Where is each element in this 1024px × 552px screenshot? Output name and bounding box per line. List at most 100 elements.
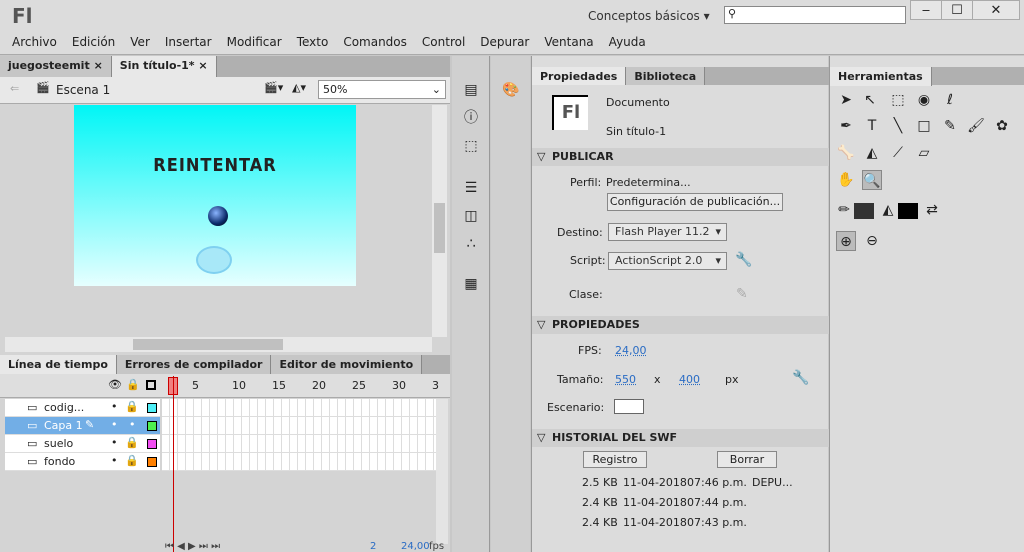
tab-timeline[interactable]: Línea de tiempo bbox=[0, 355, 117, 374]
clear-button[interactable]: Borrar bbox=[717, 451, 777, 468]
tab-library[interactable]: Biblioteca bbox=[626, 67, 706, 85]
layer-color-swatch[interactable] bbox=[147, 421, 157, 431]
hand-tool-icon[interactable]: ✋ bbox=[836, 170, 856, 190]
menu-modificar[interactable]: Modificar bbox=[227, 31, 282, 54]
frame-row[interactable] bbox=[162, 453, 436, 471]
3d-rotation-tool-icon[interactable]: ◉ bbox=[914, 90, 934, 110]
close-icon[interactable]: × bbox=[198, 59, 207, 72]
ball-sprite[interactable] bbox=[208, 206, 228, 226]
pencil-tool-icon[interactable]: ✎ bbox=[940, 116, 960, 136]
stage-area[interactable]: REINTENTAR bbox=[5, 105, 432, 337]
timeline-scrollbar[interactable] bbox=[436, 399, 448, 544]
log-button[interactable]: Registro bbox=[583, 451, 647, 468]
bone-tool-icon[interactable]: 🦴 bbox=[836, 143, 856, 163]
stage-horizontal-scrollbar[interactable] bbox=[5, 337, 432, 352]
stage[interactable]: REINTENTAR bbox=[74, 105, 356, 286]
close-button[interactable]: ✕ bbox=[972, 0, 1020, 20]
frame-row[interactable] bbox=[162, 417, 436, 435]
close-icon[interactable]: × bbox=[94, 59, 103, 72]
tab-properties[interactable]: Propiedades bbox=[532, 67, 627, 85]
pen-tool-icon[interactable]: ✒ bbox=[836, 116, 856, 136]
section-swf-history[interactable]: ▽ HISTORIAL DEL SWF bbox=[532, 429, 829, 447]
menu-insertar[interactable]: Insertar bbox=[165, 31, 212, 54]
section-properties[interactable]: ▽ PROPIEDADES bbox=[532, 316, 829, 334]
target-select[interactable]: Flash Player 11.2 ▾ bbox=[608, 223, 727, 241]
stage-vertical-scrollbar[interactable] bbox=[432, 105, 447, 337]
frame-row[interactable] bbox=[162, 435, 436, 453]
outline-icon[interactable] bbox=[146, 380, 156, 390]
width-value[interactable]: 550 bbox=[615, 373, 636, 386]
align-icon[interactable]: ▤ bbox=[461, 80, 481, 100]
tab-compiler-errors[interactable]: Errores de compilador bbox=[116, 355, 272, 374]
stroke-color-swatch[interactable] bbox=[854, 203, 874, 219]
back-arrow-icon[interactable]: ⇐ bbox=[10, 82, 19, 95]
layer-row[interactable]: ▭ codig... • 🔒 bbox=[5, 399, 160, 417]
tab-motion-editor[interactable]: Editor de movimiento bbox=[271, 355, 423, 374]
tab-sin-titulo[interactable]: Sin título-1* × bbox=[111, 56, 217, 77]
menu-depurar[interactable]: Depurar bbox=[480, 31, 529, 54]
menu-ventana[interactable]: Ventana bbox=[544, 31, 593, 54]
zoom-select[interactable]: 50% ⌄ bbox=[318, 80, 446, 99]
minimize-button[interactable]: ‒ bbox=[910, 0, 942, 20]
motion-presets-icon[interactable]: ∴ bbox=[461, 234, 481, 254]
publish-settings-button[interactable]: Configuración de publicación... bbox=[607, 193, 783, 211]
zoom-out-icon[interactable]: ⊖ bbox=[862, 231, 882, 251]
line-tool-icon[interactable]: ╲ bbox=[888, 116, 908, 136]
script-select[interactable]: ActionScript 2.0 ▾ bbox=[608, 252, 727, 270]
stage-color-swatch[interactable] bbox=[614, 399, 644, 414]
maximize-button[interactable]: ☐ bbox=[941, 0, 973, 20]
menu-control[interactable]: Control bbox=[422, 31, 465, 54]
help-search-input[interactable]: ⚲ bbox=[724, 6, 906, 24]
text-tool-icon[interactable]: T bbox=[862, 116, 882, 136]
components-icon[interactable]: ◫ bbox=[461, 206, 481, 226]
menu-texto[interactable]: Texto bbox=[297, 31, 329, 54]
lock-icon[interactable]: 🔒 bbox=[125, 436, 139, 449]
eye-icon[interactable]: 👁 bbox=[108, 378, 122, 391]
selection-tool-icon[interactable]: ➤ bbox=[836, 90, 856, 110]
actions-icon[interactable]: ☰ bbox=[461, 178, 481, 198]
tab-juegosteemit[interactable]: juegosteemit × bbox=[0, 56, 112, 77]
swap-colors-icon[interactable]: ⇄ bbox=[922, 200, 942, 220]
layer-row[interactable]: ▭ Capa 1 ✎ • • bbox=[5, 417, 160, 435]
brush-tool-icon[interactable]: 🖌 bbox=[966, 116, 986, 136]
timeline-fps[interactable]: 24,00 bbox=[401, 541, 430, 552]
menu-ver[interactable]: Ver bbox=[130, 31, 150, 54]
rectangle-tool-icon[interactable]: □ bbox=[914, 116, 934, 136]
deco-tool-icon[interactable]: ✿ bbox=[992, 116, 1012, 136]
eraser-tool-icon[interactable]: ▱ bbox=[914, 143, 934, 163]
fill-color-swatch[interactable] bbox=[898, 203, 918, 219]
pencil-icon[interactable]: ✎ bbox=[736, 286, 748, 302]
lock-icon[interactable]: 🔒 bbox=[126, 378, 140, 391]
layer-color-swatch[interactable] bbox=[147, 439, 157, 449]
lock-icon[interactable]: 🔒 bbox=[125, 400, 139, 413]
menu-edicion[interactable]: Edición bbox=[72, 31, 115, 54]
section-publish[interactable]: ▽ PUBLICAR bbox=[532, 148, 829, 166]
layer-color-swatch[interactable] bbox=[147, 403, 157, 413]
info-icon[interactable]: ⓘ bbox=[461, 108, 481, 128]
current-frame[interactable]: 2 bbox=[370, 541, 376, 552]
wrench-icon[interactable]: 🔧 bbox=[735, 252, 752, 268]
zoom-in-icon[interactable]: ⊕ bbox=[836, 231, 856, 251]
lock-icon[interactable]: 🔒 bbox=[125, 454, 139, 467]
frame-row[interactable] bbox=[162, 399, 436, 417]
playback-controls-icon[interactable]: ⏮ ◀ ▶ ⏭ ⏭ bbox=[165, 541, 220, 552]
scene-panel-icon[interactable]: ▦ bbox=[461, 274, 481, 294]
lasso-tool-icon[interactable]: ℓ bbox=[940, 90, 960, 110]
menu-ayuda[interactable]: Ayuda bbox=[609, 31, 646, 54]
menu-comandos[interactable]: Comandos bbox=[343, 31, 407, 54]
edit-symbols-icon[interactable]: ◭▾ bbox=[292, 81, 306, 94]
layer-row[interactable]: ▭ fondo • 🔒 bbox=[5, 453, 160, 471]
paint-bucket-tool-icon[interactable]: ◭ bbox=[862, 143, 882, 163]
height-value[interactable]: 400 bbox=[679, 373, 700, 386]
layer-color-swatch[interactable] bbox=[147, 457, 157, 467]
wrench-icon[interactable]: 🔧 bbox=[792, 370, 809, 386]
menu-archivo[interactable]: Archivo bbox=[12, 31, 57, 54]
edit-scene-icon[interactable]: 🎬▾ bbox=[264, 81, 283, 94]
color-palette-icon[interactable]: 🎨 bbox=[501, 80, 521, 100]
layer-row[interactable]: ▭ suelo • 🔒 bbox=[5, 435, 160, 453]
fps-value[interactable]: 24,00 bbox=[615, 344, 647, 357]
subselection-tool-icon[interactable]: ↖ bbox=[860, 90, 880, 110]
eyedropper-tool-icon[interactable]: ⟋ bbox=[888, 143, 908, 163]
character-sprite[interactable] bbox=[196, 246, 232, 274]
free-transform-tool-icon[interactable]: ⬚ bbox=[888, 90, 908, 110]
